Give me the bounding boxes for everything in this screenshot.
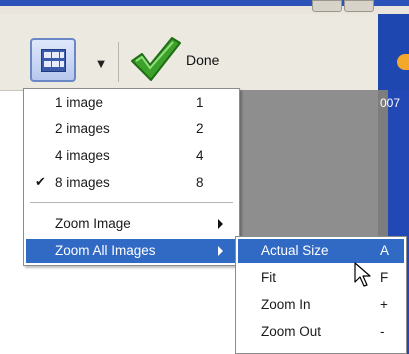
mouse-cursor-icon	[354, 262, 371, 287]
submenu-item-fit[interactable]: Fit F	[238, 266, 404, 290]
done-button[interactable]: Done	[126, 34, 236, 84]
submenu-item-zoom-out[interactable]: Zoom Out -	[238, 320, 404, 344]
menu-item-shortcut: 8	[196, 175, 204, 190]
submenu-arrow-icon	[218, 246, 223, 256]
background-text: 007	[380, 96, 401, 110]
menu-item-shortcut: 1	[196, 95, 204, 110]
menu-item-zoom-image[interactable]: Zoom Image	[26, 212, 237, 236]
menu-item-2-images[interactable]: 2 images 2	[26, 117, 237, 141]
menu-item-label: Actual Size	[261, 243, 329, 258]
toolbar: ▼ Done	[0, 14, 378, 91]
done-label: Done	[186, 52, 220, 68]
menu-item-shortcut: -	[380, 324, 385, 339]
menu-item-label: 4 images	[55, 148, 110, 163]
menu-item-shortcut: 4	[196, 148, 204, 163]
submenu-item-zoom-in[interactable]: Zoom In +	[238, 293, 404, 317]
zoom-all-submenu: Actual Size A Fit F Zoom In + Zoom Out -	[235, 236, 407, 354]
menu-item-label: 2 images	[55, 121, 110, 136]
chevron-down-icon: ▼	[94, 56, 108, 71]
submenu-arrow-icon	[218, 219, 223, 229]
menu-item-label: 8 images	[55, 175, 110, 190]
menu-item-label: Fit	[261, 270, 276, 285]
menu-item-shortcut: A	[380, 243, 390, 258]
image-layout-button[interactable]	[30, 38, 76, 82]
menu-item-label: Zoom In	[261, 297, 311, 312]
menu-item-zoom-all-images[interactable]: Zoom All Images	[26, 239, 237, 263]
toolbar-separator	[118, 42, 119, 82]
checkmark-icon	[131, 37, 181, 81]
window-button-maximize[interactable]	[344, 0, 374, 12]
menu-separator	[30, 202, 233, 203]
menu-item-label: 1 image	[55, 95, 104, 110]
layout-dropdown-button[interactable]: ▼	[88, 44, 114, 84]
menu-item-4-images[interactable]: 4 images 4	[26, 144, 237, 168]
image-grid-icon	[41, 49, 66, 72]
submenu-item-actual-size[interactable]: Actual Size A	[238, 239, 404, 263]
menu-item-shortcut: F	[380, 270, 389, 285]
orange-shape	[397, 54, 409, 70]
window-top-strip	[0, 0, 409, 14]
menu-item-shortcut: 2	[196, 121, 204, 136]
menu-item-label: Zoom All Images	[55, 243, 156, 258]
checkmark-icon: ✔	[35, 174, 46, 189]
background-blue-area	[378, 14, 409, 90]
menu-item-shortcut: +	[380, 297, 388, 312]
menu-item-8-images[interactable]: ✔ 8 images 8	[26, 171, 237, 195]
menu-item-label: Zoom Out	[261, 324, 322, 339]
window-button-minimize[interactable]	[312, 0, 342, 12]
layout-menu: 1 image 1 2 images 2 4 images 4 ✔ 8 imag…	[23, 88, 240, 266]
image-panel-background	[240, 90, 388, 236]
menu-item-label: Zoom Image	[55, 216, 131, 231]
menu-item-1-image[interactable]: 1 image 1	[26, 91, 237, 115]
